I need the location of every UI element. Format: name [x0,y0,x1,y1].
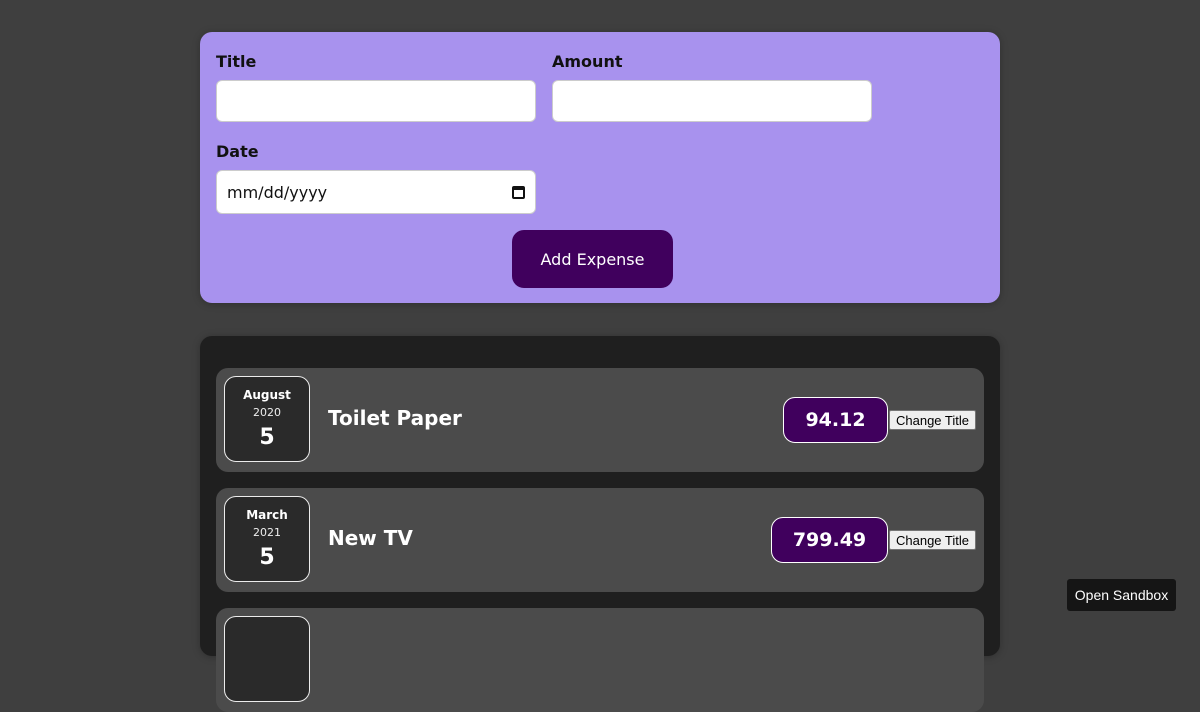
title-input[interactable] [216,80,536,122]
expense-date: March 2021 5 [224,496,310,582]
calendar-icon[interactable] [512,185,525,199]
expense-item-partial [216,608,984,712]
change-title-button[interactable]: Change Title [889,410,976,430]
expense-month: August [243,388,291,402]
date-input[interactable]: mm/dd/yyyy [216,170,536,214]
expense-date: August 2020 5 [224,376,310,462]
expense-title: Toilet Paper [328,406,462,430]
new-expense-form: Title Amount Date mm/dd/yyyy Add Expense [200,32,1000,303]
open-sandbox-button[interactable]: Open Sandbox [1067,579,1176,611]
expense-amount: 799.49 [771,517,888,563]
expense-date [224,616,310,702]
amount-label: Amount [552,52,623,71]
expense-item: March 2021 5 New TV 799.49 Change Title [216,488,984,592]
expense-item: August 2020 5 Toilet Paper 94.12 Change … [216,368,984,472]
expense-day: 5 [259,425,275,450]
expense-amount: 94.12 [783,397,888,443]
title-label: Title [216,52,257,71]
expense-year: 2021 [253,526,281,539]
change-title-button[interactable]: Change Title [889,530,976,550]
amount-input[interactable] [552,80,872,122]
expense-year: 2020 [253,406,281,419]
expense-title: New TV [328,526,413,550]
expense-day: 5 [259,545,275,570]
date-label: Date [216,142,259,161]
add-expense-button[interactable]: Add Expense [512,230,673,288]
date-placeholder: mm/dd/yyyy [227,182,328,202]
expenses-list: August 2020 5 Toilet Paper 94.12 Change … [200,336,1000,712]
expense-month: March [246,508,288,522]
